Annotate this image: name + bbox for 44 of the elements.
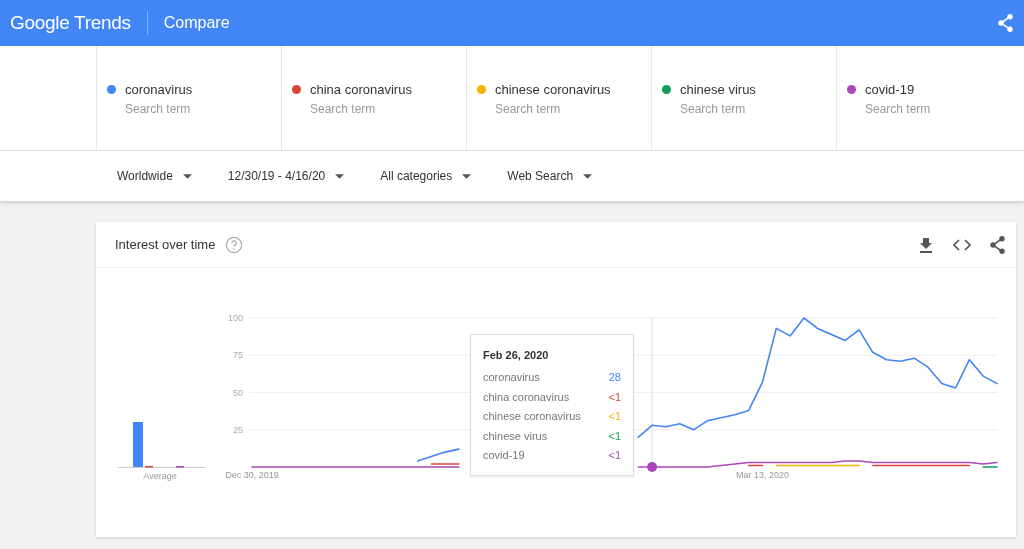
search-term[interactable]: chinese virus xyxy=(680,82,756,97)
card-title: Interest over time xyxy=(115,237,216,252)
caret-icon xyxy=(182,173,192,179)
tooltip-label: china coronavirus xyxy=(483,390,570,405)
filter-dropdown[interactable]: Worldwide xyxy=(117,169,192,183)
search-term[interactable]: coronavirus xyxy=(125,82,193,97)
caret-icon xyxy=(583,173,593,179)
filter-dropdown[interactable]: 12/30/19 - 4/16/20 xyxy=(227,169,345,183)
term-subtitle: Search term xyxy=(495,102,562,116)
logo[interactable]: Google Trends xyxy=(10,12,131,34)
tooltip-value: <1 xyxy=(608,429,621,444)
term-subtitle: Search term xyxy=(865,102,932,116)
tooltip-label: chinese virus xyxy=(483,429,548,444)
tooltip-value: <1 xyxy=(608,449,621,463)
caret-icon xyxy=(335,173,345,179)
term-subtitle: Search term xyxy=(680,102,747,116)
filter-dropdown[interactable]: All categories xyxy=(380,169,472,183)
tooltip-label: chinese coronavirus xyxy=(483,410,581,424)
y-tick-label: 50 xyxy=(233,387,243,398)
tooltip-label: coronavirus xyxy=(483,371,540,385)
y-tick-label: 75 xyxy=(233,350,243,361)
tooltip-value: <1 xyxy=(608,390,621,405)
x-tick-label: Dec 30, 2019 xyxy=(225,470,279,480)
x-tick-label: Mar 13, 2020 xyxy=(735,470,789,480)
tooltip-value: <1 xyxy=(608,410,621,424)
y-tick-label: 100 xyxy=(227,313,243,323)
term-subtitle: Search term xyxy=(310,102,377,116)
tooltip-value: 28 xyxy=(608,371,621,385)
search-term[interactable]: covid-19 xyxy=(865,82,915,97)
share-icon[interactable] xyxy=(989,235,1006,254)
y-tick-label: 25 xyxy=(233,424,243,435)
page-title: Compare xyxy=(163,14,230,32)
embed-icon[interactable] xyxy=(953,238,971,251)
share-icon[interactable] xyxy=(997,14,1014,32)
search-term[interactable]: china coronavirus xyxy=(310,82,412,97)
search-term[interactable]: chinese coronavirus xyxy=(495,82,611,97)
caret-icon xyxy=(462,173,472,179)
hover-point xyxy=(647,462,658,472)
filter-dropdown[interactable]: Web Search xyxy=(507,169,593,183)
axis-label: Average xyxy=(143,471,177,481)
tooltip-label: covid-19 xyxy=(483,449,525,463)
download-icon[interactable] xyxy=(919,236,933,253)
tooltip-date: Feb 26, 2020 xyxy=(483,349,550,361)
term-subtitle: Search term xyxy=(125,102,192,116)
